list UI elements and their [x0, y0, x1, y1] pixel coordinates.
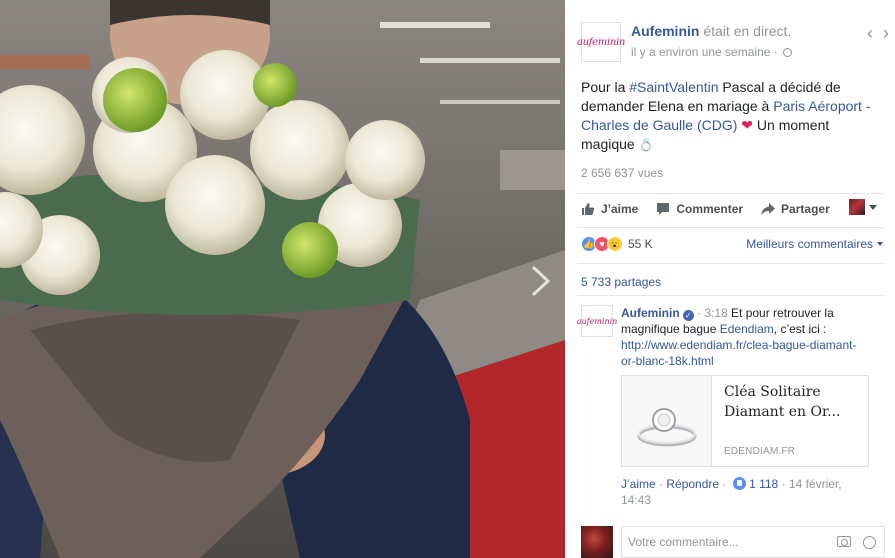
preview-domain: EDENDIAM.FR	[724, 446, 796, 457]
globe-icon	[783, 48, 793, 57]
comment-input[interactable]: Votre commentaire...	[621, 526, 885, 558]
live-video-player[interactable]	[0, 0, 565, 558]
smiley-icon[interactable]	[863, 536, 876, 549]
chevron-right-icon[interactable]: ›	[883, 24, 889, 42]
page-avatar[interactable]: aufeminin	[577, 22, 625, 62]
reaction-count: 55 K	[628, 237, 653, 251]
post-navigation: ‹ ›	[867, 24, 889, 42]
post-sidebar: aufeminin Aufeminin était en direct. il …	[565, 0, 895, 558]
wow-reaction-icon: 😮	[607, 236, 623, 252]
divider	[577, 227, 883, 228]
comment-logo-text: aufeminin	[576, 316, 618, 326]
view-count: 2 656 637 vues	[581, 166, 664, 180]
reaction-summary[interactable]: 👍 ♥ 😮 55 K	[581, 236, 653, 252]
posting-as-selector[interactable]	[849, 199, 877, 215]
like-count-icon	[732, 477, 746, 490]
link-preview-card[interactable]: Cléa Solitaire Diamant en Or... EDENDIAM…	[621, 375, 869, 467]
page-logo-text: aufeminin	[576, 36, 626, 48]
divider	[577, 193, 883, 194]
comment-actions: J’aime · Répondre · 1 118 · 14 février, …	[621, 477, 842, 507]
post-header-title: Aufeminin était en direct.	[631, 23, 791, 39]
verified-icon: ✓	[682, 310, 694, 321]
comment-icon	[657, 203, 670, 215]
comment-reply-button[interactable]: Répondre	[666, 477, 719, 491]
video-next-arrow-icon[interactable]	[526, 264, 556, 298]
comment-sort-dropdown[interactable]: Meilleurs commentaires	[746, 237, 883, 251]
composer-icons	[837, 536, 876, 549]
composer-user-avatar[interactable]	[581, 526, 613, 558]
share-button[interactable]: Partager	[761, 202, 830, 216]
camera-icon[interactable]	[837, 536, 851, 547]
comment-like-button[interactable]: J’aime	[621, 477, 656, 491]
share-count-link[interactable]: 5 733 partages	[581, 275, 661, 289]
caret-down-icon	[869, 204, 877, 210]
ring-emoji-icon: 💍	[638, 138, 654, 152]
user-avatar	[849, 199, 865, 215]
thumbs-up-icon	[582, 203, 595, 215]
preview-title: Cléa Solitaire Diamant en Or...	[724, 384, 841, 420]
like-button[interactable]: J’aime	[581, 202, 638, 216]
page-name-link[interactable]: Aufeminin	[631, 23, 699, 39]
live-status-text: était en direct.	[699, 23, 792, 39]
comment-button[interactable]: Commenter	[656, 202, 743, 216]
ring-product-image	[622, 376, 712, 466]
mention-link[interactable]: Edendiam	[720, 322, 774, 336]
chevron-left-icon[interactable]: ‹	[867, 24, 873, 42]
comment-video-time[interactable]: · 3:18	[694, 306, 728, 320]
post-message: Pour la #SaintValentin Pascal a décidé d…	[581, 79, 871, 152]
hashtag-link[interactable]: #SaintValentin	[629, 79, 718, 95]
divider	[577, 263, 883, 264]
post-timestamp[interactable]: il y a environ une semaine ·	[631, 45, 793, 59]
divider	[577, 295, 883, 296]
comment-url-link[interactable]: http://www.edendiam.fr/clea-bague-diaman…	[621, 338, 856, 368]
post-action-bar: J’aime Commenter Partager	[581, 199, 848, 219]
share-icon	[761, 203, 776, 215]
comment-body: Aufeminin ✓ · 3:18 Et pour retrouver la m…	[621, 306, 857, 368]
heart-emoji-icon: ❤	[737, 117, 754, 133]
video-frame	[0, 0, 565, 558]
comment-like-count[interactable]: 1 118	[746, 477, 778, 491]
comment-author-avatar[interactable]: aufeminin	[577, 305, 617, 337]
comment-author-link[interactable]: Aufeminin	[621, 306, 680, 320]
comment-composer: Votre commentaire...	[581, 526, 885, 558]
